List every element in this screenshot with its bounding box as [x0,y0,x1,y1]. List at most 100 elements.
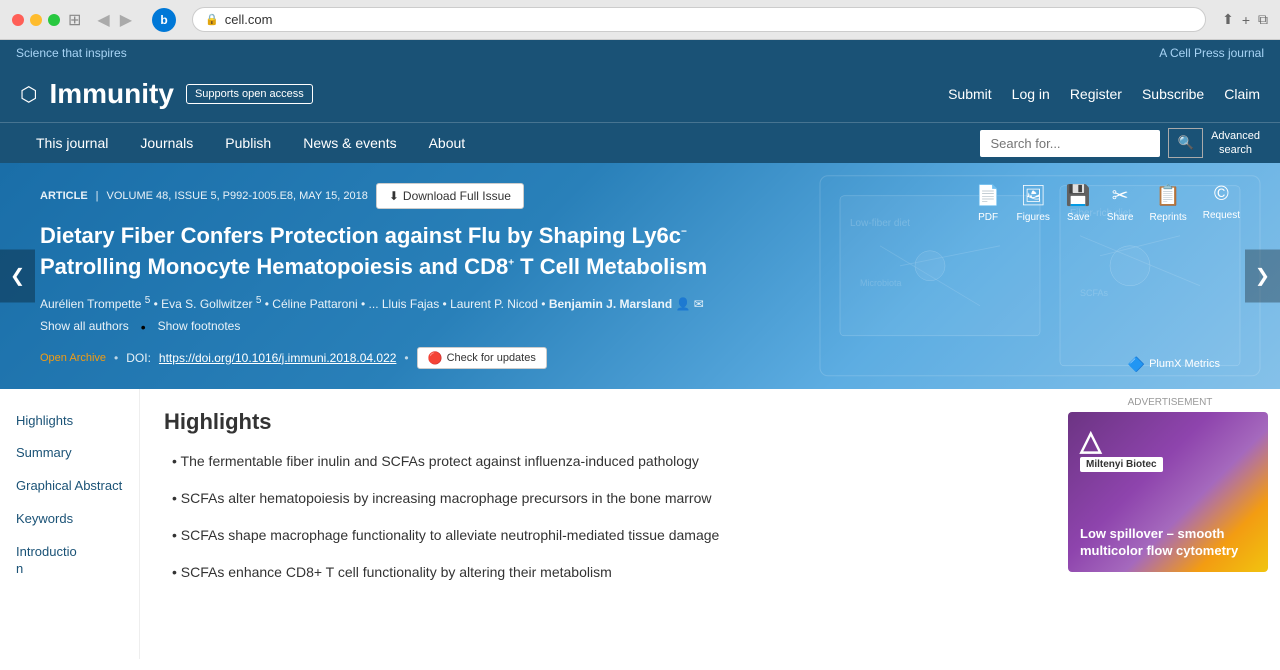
open-archive-badge: Open Archive [40,352,106,364]
nav-arrows: ◀ ▶ [93,8,136,32]
update-icon: 🔴 [428,351,443,365]
sidebar-item-keywords[interactable]: Keywords [0,503,139,536]
figures-action[interactable]: 🖼 Figures [1017,183,1050,223]
banner-prev-button[interactable]: ❮ [0,249,35,302]
search-area: 🔍 Advancedsearch [980,128,1260,158]
nav-journals[interactable]: Journals [124,123,209,163]
login-button[interactable]: Log in [1012,86,1050,102]
tagline: Science that inspires [16,46,127,60]
claim-button[interactable]: Claim [1224,86,1260,102]
sidebar-item-introduction[interactable]: Introduction [0,536,139,586]
pdf-label: PDF [978,212,998,223]
lock-icon: 🔒 [205,13,219,26]
search-button[interactable]: 🔍 [1168,128,1203,158]
bullet-separator: • [114,351,118,365]
nav-left: This journal Journals Publish News & eve… [20,123,481,163]
header: ⬡ Immunity Supports open access Submit L… [0,66,1280,122]
ad-headline: Low spillover – smooth multicolor flow c… [1080,526,1256,560]
minimize-button[interactable] [30,14,42,26]
doi-link[interactable]: https://doi.org/10.1016/j.immuni.2018.04… [159,351,397,365]
nav-news-events[interactable]: News & events [287,123,412,163]
sidebar: Highlights Summary Graphical Abstract Ke… [0,389,140,659]
subscribe-button[interactable]: Subscribe [1142,86,1204,102]
check-updates-button[interactable]: 🔴 Check for updates [417,347,547,369]
reprints-action[interactable]: 📋 Reprints [1150,183,1187,223]
url-text: cell.com [225,12,273,27]
plumx-badge[interactable]: 🔷 PlumX Metrics [1128,356,1220,373]
address-bar[interactable]: 🔒 cell.com [192,7,1206,32]
separator: | [96,190,99,202]
ad-image[interactable]: △ Miltenyi Biotec Low spillover – smooth… [1068,412,1268,572]
request-icon: © [1214,183,1229,206]
show-footnotes-link[interactable]: Show footnotes [158,319,241,335]
open-access-badge[interactable]: Supports open access [186,84,313,104]
download-full-issue-button[interactable]: ⬇ Download Full Issue [376,183,524,209]
svg-text:Low-fiber diet: Low-fiber diet [850,218,910,229]
save-label: Save [1067,212,1090,223]
nav-bar: This journal Journals Publish News & eve… [0,122,1280,163]
nav-publish[interactable]: Publish [209,123,287,163]
top-bar: Science that inspires A Cell Press journ… [0,40,1280,66]
authors-text: Aurélien Trompette 5 • Eva S. Gollwitzer… [40,297,545,311]
show-authors-link[interactable]: Show all authors [40,319,129,335]
advertisement-area: ADVERTISEMENT △ Miltenyi Biotec Low spil… [1060,389,1280,659]
pdf-action[interactable]: 📄 PDF [976,183,1001,223]
article-content: Highlights • The fermentable fiber inuli… [140,389,1060,659]
search-input[interactable] [980,130,1160,157]
request-label: Request [1203,210,1240,221]
close-button[interactable] [12,14,24,26]
maximize-button[interactable] [48,14,60,26]
back-button[interactable]: ◀ [93,8,113,32]
download-icon: ⬇ [389,189,399,203]
add-tab-button[interactable]: + [1242,12,1250,28]
pdf-icon: 📄 [976,183,1001,208]
reprints-icon: 📋 [1156,183,1181,208]
volume-info: VOLUME 48, ISSUE 5, P992-1005.E8, MAY 15… [107,190,368,202]
logo-area: ⬡ Immunity Supports open access [20,78,313,110]
share-label: Share [1107,212,1134,223]
nav-this-journal[interactable]: This journal [20,123,124,163]
sidebar-item-highlights[interactable]: Highlights [0,405,139,438]
share-button[interactable]: ⬆ [1222,11,1234,28]
article-label: ARTICLE [40,190,88,202]
register-button[interactable]: Register [1070,86,1122,102]
journal-name[interactable]: Immunity [49,78,173,110]
article-title: Dietary Fiber Confers Protection against… [40,221,760,283]
title-part3: T Cell Metabolism [514,254,707,279]
header-actions: Submit Log in Register Subscribe Claim [948,86,1260,102]
highlights-title: Highlights [164,409,1036,435]
save-icon: 💾 [1066,183,1091,208]
article-actions: 📄 PDF 🖼 Figures 💾 Save ✂ Share 📋 Reprint… [976,183,1240,223]
highlight-item-1: • The fermentable fiber inulin and SCFAs… [164,451,1036,472]
author-icons: 👤 ✉ [676,297,704,311]
advanced-search-link[interactable]: Advancedsearch [1211,129,1260,158]
save-action[interactable]: 💾 Save [1066,183,1091,223]
figures-icon: 🖼 [1021,183,1046,208]
sidebar-item-summary[interactable]: Summary [0,437,139,470]
submit-button[interactable]: Submit [948,86,992,102]
sidebar-item-graphical-abstract[interactable]: Graphical Abstract [0,470,139,503]
dot-separator: • [141,319,146,335]
banner-next-button[interactable]: ❯ [1245,249,1280,302]
browser-chrome: ⊞ ◀ ▶ b 🔒 cell.com ⬆ + ⧉ [0,0,1280,40]
ad-label: ADVERTISEMENT [1068,397,1272,408]
publisher-link[interactable]: A Cell Press journal [1159,46,1264,60]
traffic-lights [12,14,60,26]
journal-logo-icon: ⬡ [20,82,37,107]
svg-text:Microbiota: Microbiota [860,278,902,288]
miltenyi-name: Miltenyi Biotec [1080,457,1163,472]
forward-button[interactable]: ▶ [116,8,136,32]
share-action[interactable]: ✂ Share [1107,183,1134,223]
bing-icon[interactable]: b [152,8,176,32]
plumx-label: PlumX Metrics [1149,358,1220,370]
title-part1: Dietary Fiber Confers Protection against… [40,223,681,248]
tabs-button[interactable]: ⧉ [1258,11,1268,28]
request-action[interactable]: © Request [1203,183,1240,223]
nav-about[interactable]: About [413,123,482,163]
reprints-label: Reprints [1150,212,1187,223]
svg-text:SCFAs: SCFAs [1080,288,1109,298]
miltenyi-logo-icon: △ [1080,424,1163,457]
ad-logo: △ Miltenyi Biotec [1080,424,1163,478]
title-part2: Patrolling Monocyte Hematopoiesis and CD… [40,254,508,279]
sidebar-toggle-icon[interactable]: ⊞ [68,10,81,30]
